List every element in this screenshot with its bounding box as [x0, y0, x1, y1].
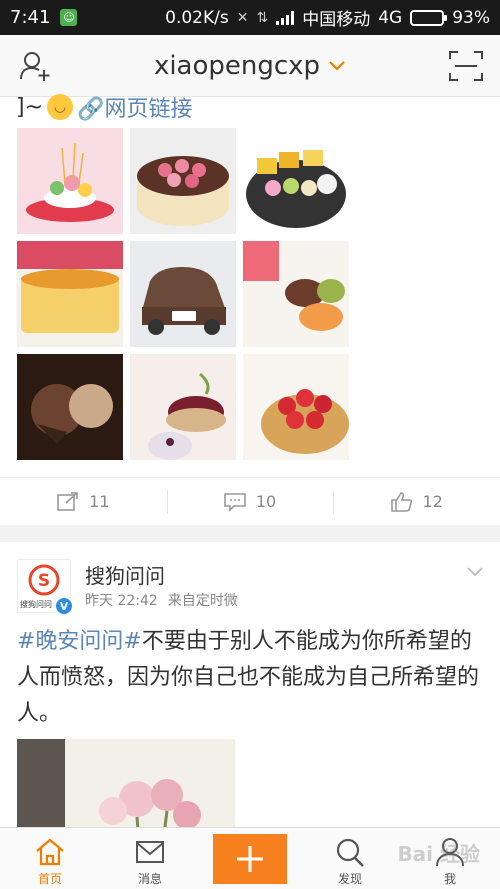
add-friend-icon[interactable] — [18, 49, 52, 83]
comment-button[interactable]: 10 — [166, 478, 334, 525]
carrier-name: 中国移动 — [302, 10, 371, 30]
home-icon — [36, 838, 64, 866]
like-button[interactable]: 12 — [333, 478, 500, 525]
tab-messages-label: 消息 — [137, 872, 162, 886]
screen: 7:41 ☺ 0.02K/s ✕ ⇅ 中国移动 4G 93% xiaopengc… — [0, 0, 500, 889]
search-icon — [336, 838, 364, 867]
web-link-label: 网页链接 — [104, 97, 193, 122]
status-bar: 7:41 ☺ 0.02K/s ✕ ⇅ 中国移动 4G 93% — [0, 0, 500, 35]
page-title: xiaopengcxp — [153, 50, 321, 81]
battery-icon — [410, 9, 448, 26]
tab-me-label: 我 — [443, 872, 456, 886]
post-body: #晚安问问#不要由于别人不能成为你所希望的人而愤怒，因为你自己也不能成为自己所希… — [17, 624, 483, 732]
tab-discover[interactable]: 发现 — [300, 828, 400, 889]
data-arrows-icon: ⇅ — [256, 9, 269, 26]
repost-button[interactable]: 11 — [0, 478, 167, 525]
feed-card: S 搜狗问问 V 搜狗问问 昨天 22:42 来自定时微 #晚安问问#不要由于别… — [0, 542, 500, 842]
bottom-tab-bar: 首页 消息 发现 我 — [0, 827, 500, 889]
top-nav: xiaopengcxp — [0, 35, 500, 97]
tab-me[interactable]: 我 — [400, 828, 500, 889]
scan-icon[interactable] — [448, 49, 484, 83]
post-meta: 昨天 22:42 来自定时微 — [85, 590, 238, 610]
profile-icon — [436, 838, 464, 867]
feed-card: ]~ ◡ 🔗网页链接 11 10 12 — [0, 94, 500, 525]
compose-button[interactable] — [213, 834, 287, 884]
comment-count: 10 — [255, 492, 277, 511]
user-name[interactable]: 搜狗问问 — [85, 560, 165, 589]
tab-home[interactable]: 首页 — [0, 828, 100, 889]
like-count: 12 — [422, 492, 443, 511]
smile-emoji-icon: ◡ — [47, 94, 74, 120]
web-link[interactable]: 🔗网页链接 — [77, 91, 192, 123]
post-text-prefix: ]~ — [16, 94, 44, 120]
post-actions: 11 10 12 — [0, 477, 500, 525]
avatar-caption: 搜狗问问 — [20, 600, 52, 609]
hashtag-link[interactable]: #晚安问问# — [17, 629, 142, 654]
photo-strawberry-tart[interactable] — [243, 354, 349, 460]
comment-icon — [224, 492, 246, 512]
image-grid — [17, 128, 349, 460]
post-source: 来自定时微 — [167, 593, 238, 609]
post-time: 昨天 22:42 — [85, 593, 158, 609]
photo-fruit-platter[interactable] — [243, 128, 349, 234]
account-switcher[interactable]: xiaopengcxp — [154, 51, 346, 81]
photo-cheesecake[interactable] — [17, 241, 123, 347]
battery-percent: 93% — [452, 7, 490, 28]
chevron-down-icon — [329, 60, 345, 71]
verified-badge-icon: V — [54, 596, 74, 616]
status-time: 7:41 — [10, 7, 51, 28]
photo-chocolate-ice-cream[interactable] — [17, 354, 123, 460]
photo-rose-cake[interactable] — [130, 128, 236, 234]
thumbs-up-icon — [390, 491, 412, 512]
avatar[interactable]: S 搜狗问问 V — [17, 559, 74, 616]
photo-macarons[interactable] — [243, 241, 349, 347]
tab-home-label: 首页 — [37, 872, 62, 886]
tab-discover-label: 发现 — [337, 872, 362, 886]
sogou-logo-icon: S — [28, 564, 60, 596]
photo-cake-dessert[interactable] — [17, 128, 123, 234]
mail-icon — [136, 841, 164, 863]
signal-icon — [276, 10, 295, 25]
svg-text:S: S — [38, 571, 50, 591]
tab-messages[interactable]: 消息 — [100, 828, 200, 889]
network-type: 4G — [378, 7, 403, 28]
plus-icon — [237, 846, 263, 872]
mute-icon: ✕ — [236, 9, 249, 26]
repost-count: 11 — [89, 492, 110, 511]
network-speed: 0.02K/s — [165, 7, 229, 28]
photo-car-cake[interactable] — [130, 241, 236, 347]
repost-icon — [57, 491, 78, 511]
photo-berry-tarts[interactable] — [130, 354, 236, 460]
chevron-down-icon[interactable] — [466, 566, 484, 578]
post-text: ]~ ◡ 🔗网页链接 — [16, 91, 192, 123]
notification-icon: ☺ — [60, 9, 78, 26]
